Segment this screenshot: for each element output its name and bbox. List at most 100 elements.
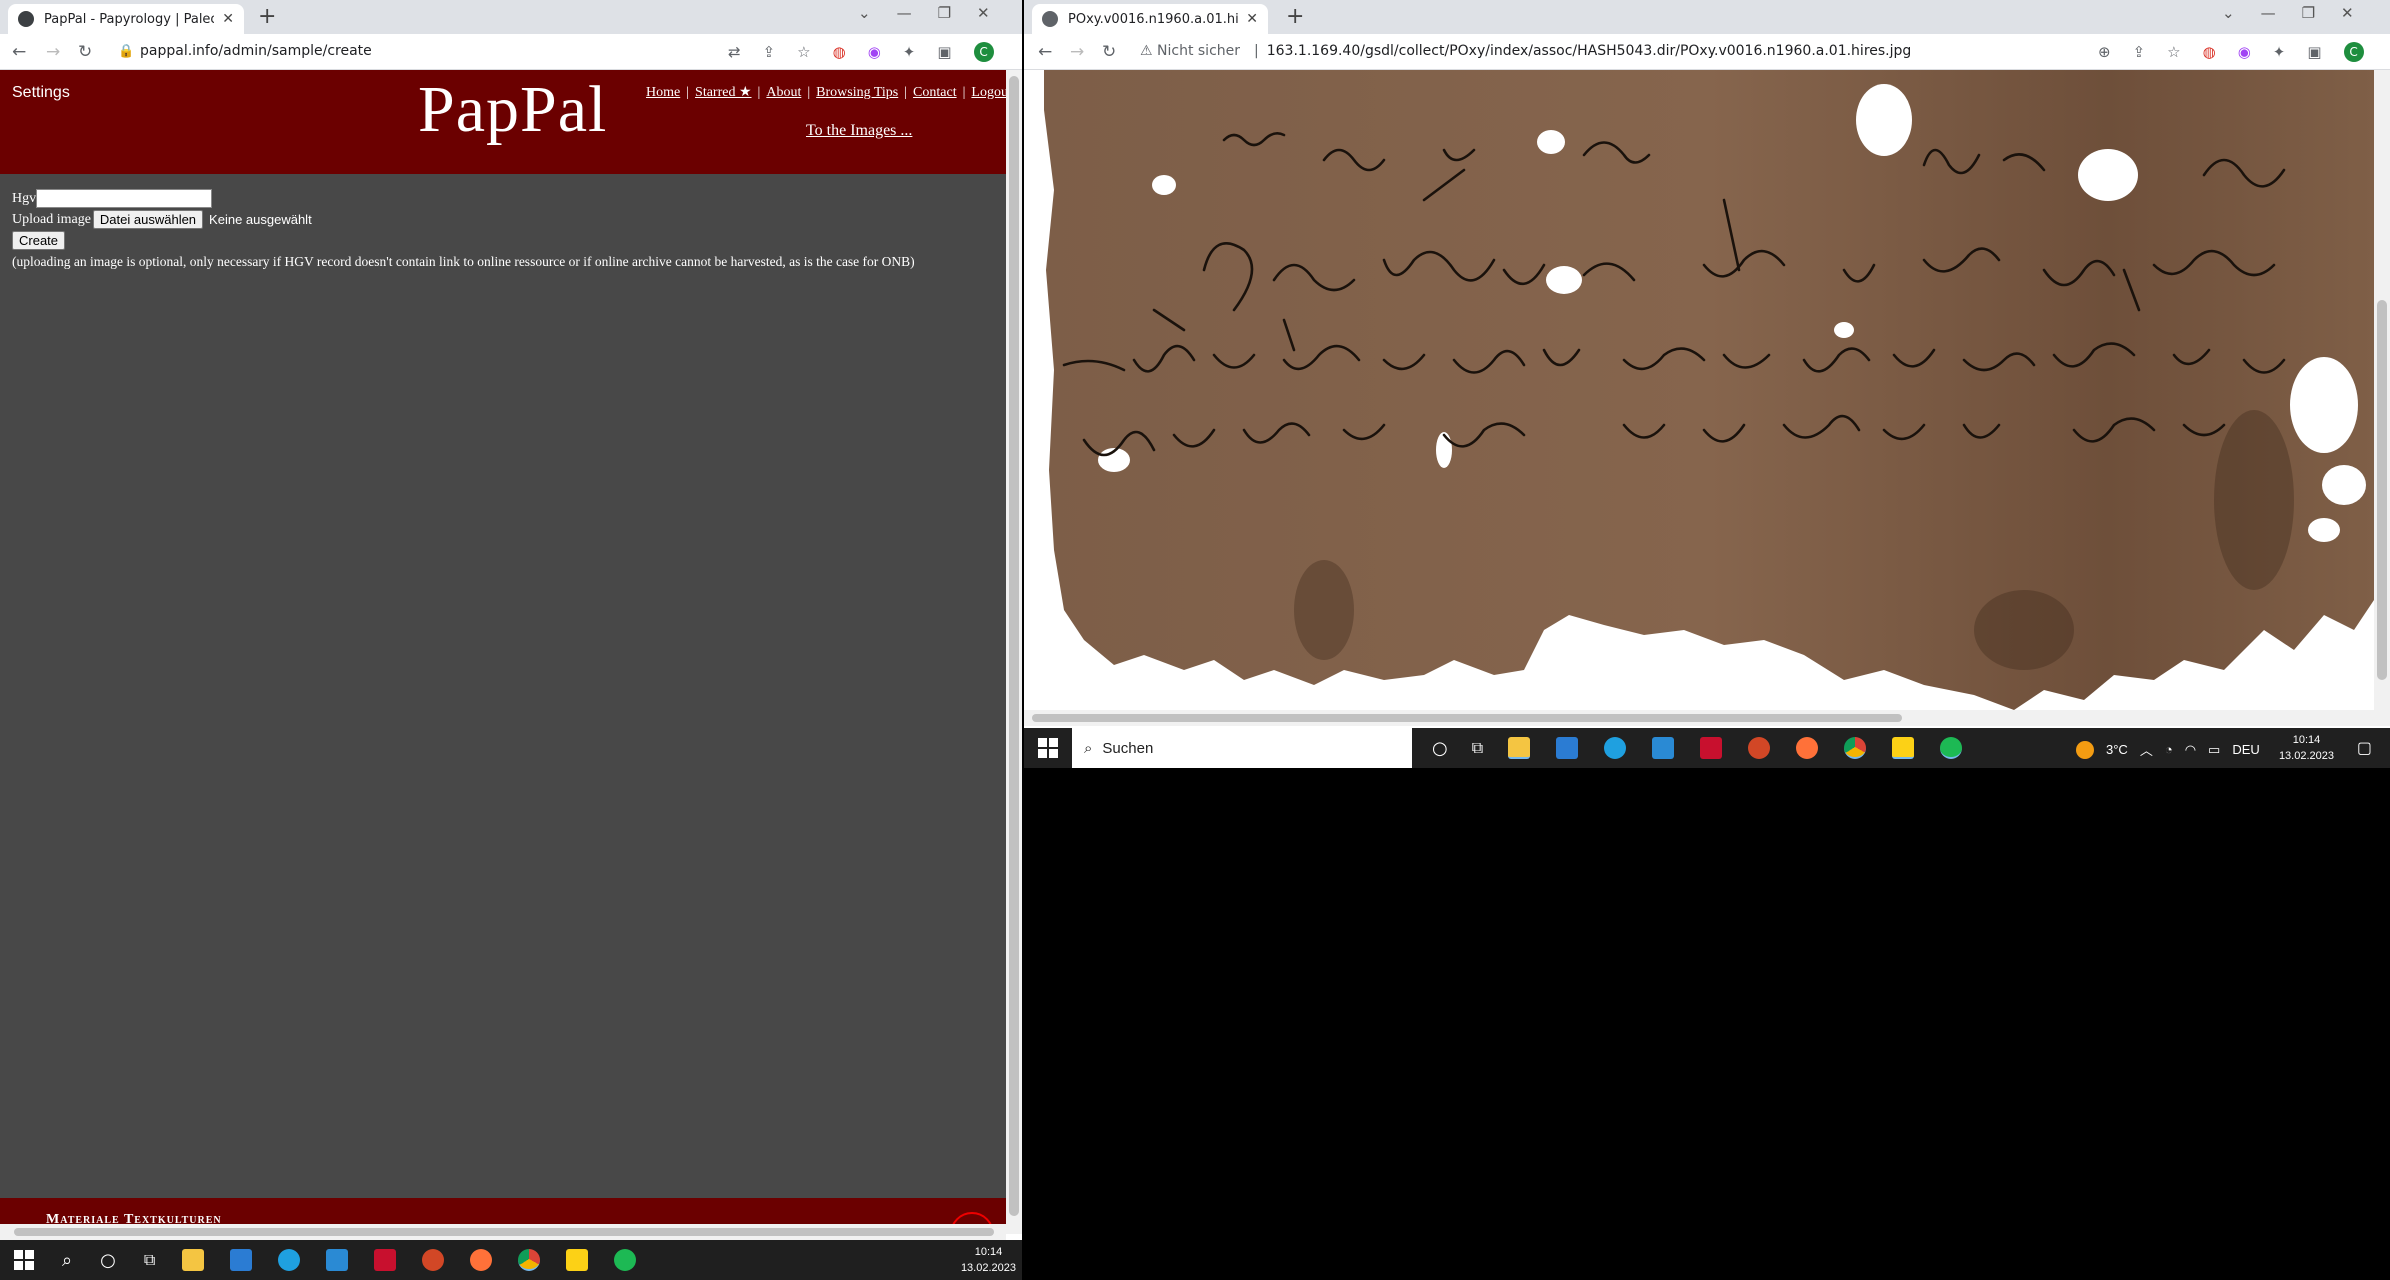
not-secure-warning[interactable]: ⚠ Nicht sicher: [1140, 43, 1240, 59]
scroll-thumb[interactable]: [1032, 714, 1902, 722]
edge-icon[interactable]: [278, 1249, 301, 1271]
task-view-icon[interactable]: ⧉: [1472, 738, 1483, 758]
spotify-icon[interactable]: [614, 1249, 637, 1271]
new-tab-icon[interactable]: +: [258, 6, 276, 28]
notes-icon[interactable]: [566, 1249, 589, 1271]
chrome-icon[interactable]: [1844, 737, 1867, 759]
new-tab-icon[interactable]: +: [1286, 6, 1304, 28]
chrome-icon[interactable]: [518, 1249, 541, 1271]
extensions-puzzle-icon[interactable]: ✦: [903, 43, 916, 61]
back-icon[interactable]: ←: [1038, 42, 1052, 62]
scroll-thumb[interactable]: [1009, 76, 1019, 1216]
firefox-icon[interactable]: [470, 1249, 493, 1271]
horizontal-scrollbar[interactable]: [1024, 710, 2374, 726]
extension-purple-icon[interactable]: ◉: [2238, 43, 2251, 61]
close-tab-icon[interactable]: ✕: [222, 11, 234, 27]
sidebar-icon[interactable]: ▣: [2307, 43, 2321, 61]
weather-temp[interactable]: 3°C: [2106, 742, 2128, 757]
cortana-icon[interactable]: ○: [1432, 738, 1448, 759]
back-icon[interactable]: ←: [12, 42, 26, 62]
reload-icon[interactable]: ↻: [1102, 42, 1116, 62]
acrobat-icon[interactable]: [1700, 737, 1723, 759]
hgv-input[interactable]: [36, 189, 213, 208]
menu-starred[interactable]: Starred ★: [695, 85, 751, 100]
menu-browsing-tips[interactable]: Browsing Tips: [816, 85, 898, 100]
store-icon[interactable]: [230, 1249, 253, 1271]
extension-red-icon[interactable]: ◍: [833, 43, 846, 61]
tab-search-icon[interactable]: ⌄: [2222, 4, 2235, 22]
url-field[interactable]: ⚠ Nicht sicher | 163.1.169.40/gsdl/collect…: [1140, 43, 1911, 59]
notifications-icon[interactable]: ▢: [2357, 738, 2372, 757]
tab-papyrus-image[interactable]: POxy.v0016.n1960.a.01.hires.jpg ✕: [1032, 4, 1268, 34]
menu-home[interactable]: Home: [646, 85, 680, 100]
menu-dots-icon[interactable]: ⋮: [2386, 43, 2390, 61]
settings-link[interactable]: Settings: [12, 84, 70, 102]
choose-file-button[interactable]: Datei auswählen: [92, 210, 204, 229]
weather-icon[interactable]: [2076, 740, 2094, 759]
tab-search-icon[interactable]: ⌄: [858, 4, 871, 22]
battery-icon[interactable]: ▭: [2208, 742, 2220, 758]
spotify-icon[interactable]: [1940, 737, 1963, 759]
reload-icon[interactable]: ↻: [78, 42, 92, 62]
profile-avatar[interactable]: C: [2343, 42, 2364, 62]
extension-purple-icon[interactable]: ◉: [868, 43, 881, 61]
scroll-thumb[interactable]: [2377, 300, 2387, 680]
share-icon[interactable]: ⇪: [763, 43, 776, 61]
network-icon[interactable]: ◔: [2165, 742, 2173, 757]
bookmark-star-icon[interactable]: ☆: [797, 43, 810, 61]
to-images-link[interactable]: To the Images ...: [806, 122, 912, 140]
mail-icon[interactable]: [1652, 737, 1675, 759]
language-indicator[interactable]: DEU: [2232, 742, 2259, 757]
search-icon[interactable]: ⌕: [62, 1250, 72, 1271]
edge-icon[interactable]: [1604, 737, 1627, 759]
extension-red-icon[interactable]: ◍: [2203, 43, 2216, 61]
wifi-icon[interactable]: ◠: [2185, 742, 2196, 758]
file-explorer-icon[interactable]: [182, 1249, 205, 1271]
extensions-puzzle-icon[interactable]: ✦: [2273, 43, 2286, 61]
forward-icon[interactable]: →: [1070, 42, 1084, 62]
taskbar-search-box[interactable]: ⌕ Suchen: [1072, 728, 1412, 768]
scroll-thumb[interactable]: [14, 1228, 994, 1236]
clock[interactable]: 10:14 13.02.2023: [961, 1244, 1016, 1276]
close-tab-icon[interactable]: ✕: [1246, 11, 1258, 27]
close-window-icon[interactable]: ✕: [2341, 4, 2354, 22]
clock[interactable]: 10:14 13.02.2023: [2279, 732, 2334, 764]
mail-icon[interactable]: [326, 1249, 349, 1271]
restore-icon[interactable]: ❐: [2302, 4, 2315, 22]
create-button[interactable]: Create: [12, 231, 66, 250]
acrobat-icon[interactable]: [374, 1249, 397, 1271]
site-logo[interactable]: PapPal: [418, 72, 607, 148]
windows-start-icon[interactable]: [14, 1250, 34, 1270]
close-window-icon[interactable]: ✕: [977, 4, 990, 22]
windows-start-icon[interactable]: [1038, 738, 1058, 758]
translate-icon[interactable]: ⇄: [728, 43, 741, 61]
task-view-icon[interactable]: ⧉: [144, 1250, 155, 1270]
file-explorer-icon[interactable]: [1508, 737, 1531, 759]
bookmark-star-icon[interactable]: ☆: [2167, 43, 2180, 61]
powerpoint-icon[interactable]: [422, 1249, 445, 1271]
cortana-icon[interactable]: ○: [100, 1250, 116, 1271]
notes-icon[interactable]: [1892, 737, 1915, 759]
vertical-scrollbar[interactable]: [2374, 70, 2390, 726]
store-icon[interactable]: [1556, 737, 1579, 759]
powerpoint-icon[interactable]: [1748, 737, 1771, 759]
papyrus-image-viewer[interactable]: [1024, 70, 2374, 710]
zoom-icon[interactable]: ⊕: [2098, 43, 2111, 61]
firefox-icon[interactable]: [1796, 737, 1819, 759]
menu-contact[interactable]: Contact: [913, 85, 957, 100]
horizontal-scrollbar[interactable]: [0, 1224, 1006, 1240]
share-icon[interactable]: ⇪: [2133, 43, 2146, 61]
tab-pappal[interactable]: PapPal - Papyrology | Paleograph ✕: [8, 4, 244, 34]
sidebar-icon[interactable]: ▣: [937, 43, 951, 61]
profile-avatar[interactable]: C: [973, 42, 994, 62]
pappal-favicon-icon: [18, 11, 34, 27]
restore-icon[interactable]: ❐: [938, 4, 951, 22]
vertical-scrollbar[interactable]: [1006, 70, 1022, 1234]
menu-dots-icon[interactable]: ⋮: [1016, 43, 1022, 61]
chevron-up-icon[interactable]: ︿: [2140, 740, 2153, 759]
minimize-icon[interactable]: —: [2261, 4, 2276, 22]
url-field[interactable]: pappal.info/admin/sample/create: [140, 43, 372, 59]
minimize-icon[interactable]: —: [897, 4, 912, 22]
menu-about[interactable]: About: [766, 85, 801, 100]
forward-icon[interactable]: →: [46, 42, 60, 62]
